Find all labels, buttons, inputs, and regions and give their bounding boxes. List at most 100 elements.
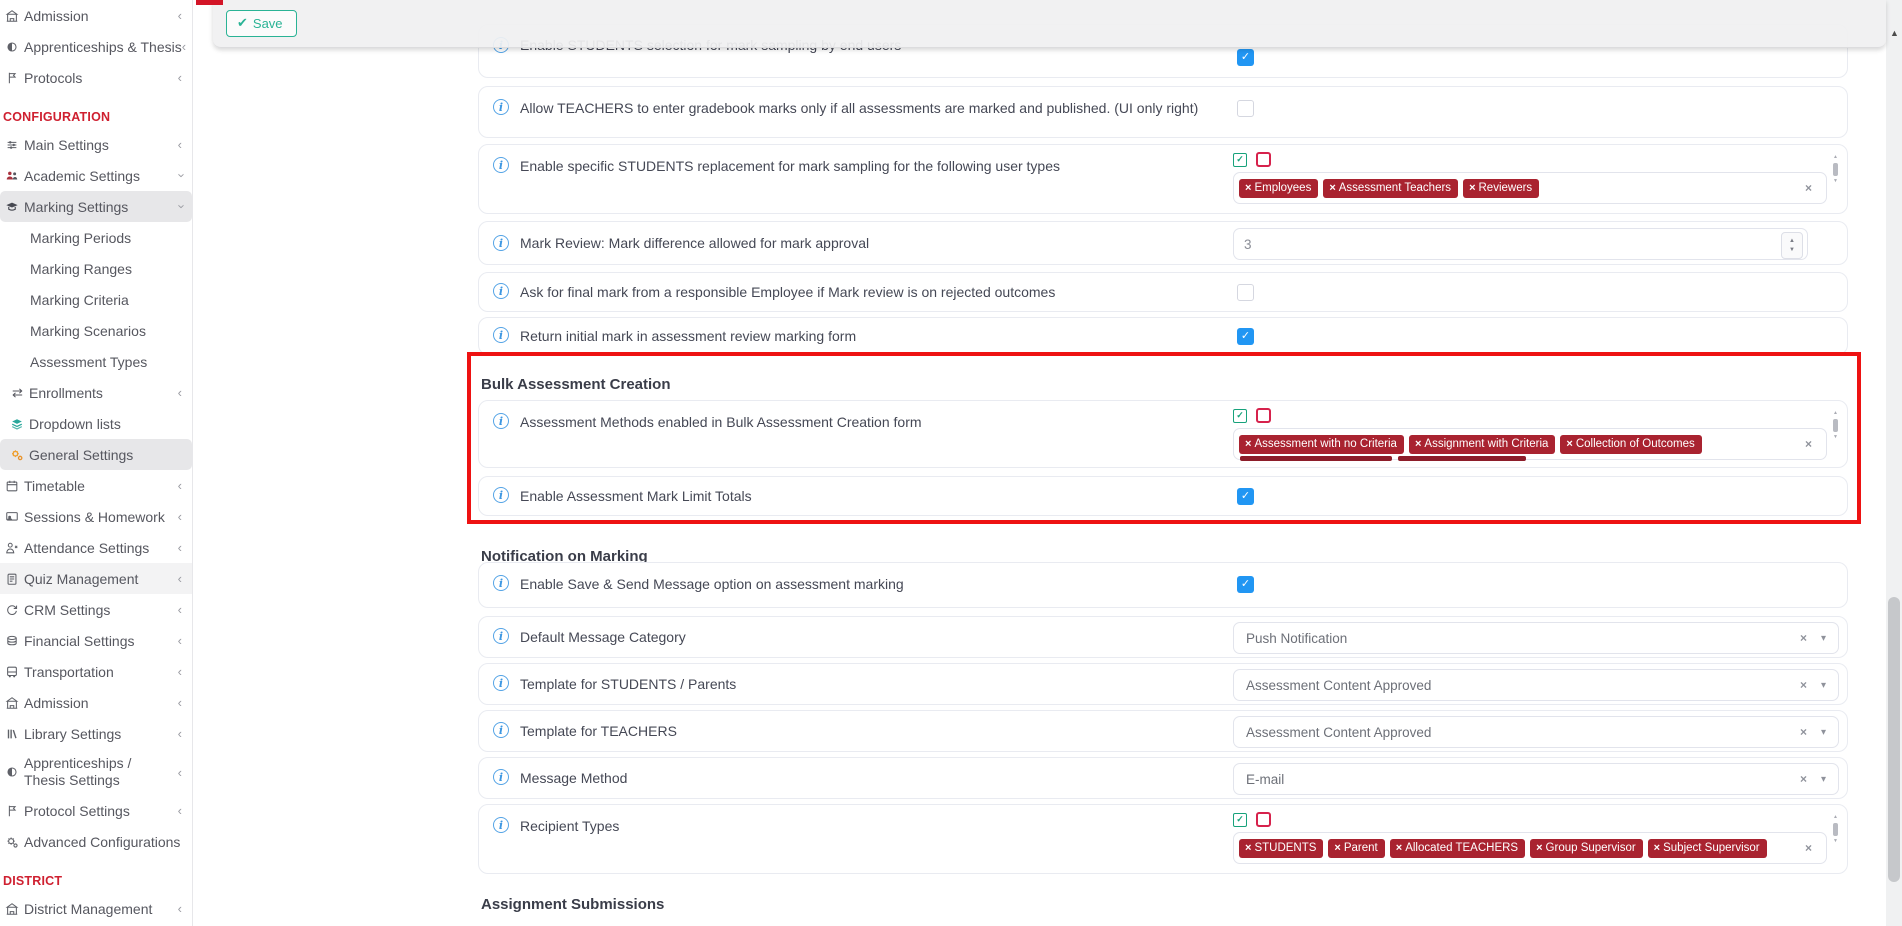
sidebar-item-dropdown-lists[interactable]: Dropdown lists	[0, 408, 192, 439]
info-icon[interactable]: i	[493, 413, 509, 429]
select-input[interactable]: Push Notification × ▾	[1233, 622, 1839, 654]
multiselect-input[interactable]: ×Employees ×Assessment Teachers ×Reviewe…	[1233, 172, 1827, 204]
select-all-icon[interactable]: ✓	[1233, 813, 1247, 827]
select-all-icon[interactable]: ✓	[1233, 153, 1247, 167]
sidebar-item-timetable[interactable]: Timetable ‹	[0, 470, 192, 501]
clear-all-icon[interactable]: ×	[1805, 841, 1812, 855]
tag[interactable]: ×Employees	[1239, 179, 1318, 198]
scroll-up-icon[interactable]: ▲	[1890, 28, 1899, 38]
clear-icon[interactable]: ×	[1800, 772, 1807, 786]
deselect-all-icon[interactable]	[1256, 812, 1271, 827]
info-icon[interactable]: i	[493, 157, 509, 173]
checkbox-checked[interactable]: ✓	[1237, 49, 1254, 66]
scroll-down-icon[interactable]: ▼	[1833, 838, 1838, 844]
sidebar-item-financial-settings[interactable]: Financial Settings ‹	[0, 625, 192, 656]
info-icon[interactable]: i	[493, 817, 509, 833]
checkbox-unchecked[interactable]	[1237, 284, 1254, 301]
sidebar-item-enrollments[interactable]: ⇄ Enrollments ‹	[0, 377, 192, 408]
sidebar-item-marking-scenarios[interactable]: Marking Scenarios	[0, 315, 192, 346]
tag-remove-icon[interactable]: ×	[1566, 438, 1572, 450]
tag[interactable]: ×STUDENTS	[1239, 839, 1323, 858]
sidebar-item-apprenticeships-thesis[interactable]: Apprenticeships & Thesis ‹	[0, 31, 192, 62]
sidebar-item-quiz-management[interactable]: Quiz Management ‹	[0, 563, 192, 594]
clear-all-icon[interactable]: ×	[1805, 181, 1812, 195]
tag[interactable]: ×Assignment with Criteria	[1409, 435, 1555, 454]
info-icon[interactable]: i	[493, 235, 509, 251]
sidebar-item-academic-settings[interactable]: Academic Settings ‹	[0, 160, 192, 191]
clear-icon[interactable]: ×	[1800, 725, 1807, 739]
tag-remove-icon[interactable]: ×	[1245, 182, 1251, 194]
info-icon[interactable]: i	[493, 675, 509, 691]
select-input[interactable]: E-mail × ▾	[1233, 763, 1839, 795]
spinner[interactable]: ▲ ▼	[1781, 232, 1803, 259]
spinner-up-icon[interactable]: ▲	[1789, 237, 1795, 246]
tag[interactable]: ×Parent	[1328, 839, 1384, 858]
checkbox-checked[interactable]: ✓	[1237, 328, 1254, 345]
page-scrollbar[interactable]: ▲	[1886, 0, 1902, 926]
tag-remove-icon[interactable]: ×	[1329, 182, 1335, 194]
number-input[interactable]: 3 ▲ ▼	[1233, 228, 1808, 260]
tag-remove-icon[interactable]: ×	[1654, 842, 1660, 854]
deselect-all-icon[interactable]	[1256, 408, 1271, 423]
sidebar-item-protocol-settings[interactable]: Protocol Settings ‹	[0, 795, 192, 826]
scroll-down-icon[interactable]: ▼	[1833, 178, 1838, 184]
mini-scrollbar[interactable]: ▲ ▼	[1830, 814, 1841, 844]
sidebar-item-assessment-types[interactable]: Assessment Types	[0, 346, 192, 377]
sidebar-item-admission[interactable]: Admission ‹	[0, 0, 192, 31]
sidebar-item-marking-ranges[interactable]: Marking Ranges	[0, 253, 192, 284]
tag-remove-icon[interactable]: ×	[1536, 842, 1542, 854]
info-icon[interactable]: i	[493, 628, 509, 644]
scroll-up-icon[interactable]: ▲	[1833, 154, 1838, 160]
sidebar-item-main-settings[interactable]: Main Settings ‹	[0, 129, 192, 160]
info-icon[interactable]: i	[493, 327, 509, 343]
select-all-icon[interactable]: ✓	[1233, 409, 1247, 423]
mini-scrollbar[interactable]: ▲ ▼	[1830, 410, 1841, 440]
info-icon[interactable]: i	[493, 487, 509, 503]
tag-remove-icon[interactable]: ×	[1469, 182, 1475, 194]
clear-icon[interactable]: ×	[1800, 631, 1807, 645]
multiselect-input[interactable]: ×Assessment with no Criteria ×Assignment…	[1233, 428, 1827, 460]
sidebar-item-crm-settings[interactable]: CRM Settings ‹	[0, 594, 192, 625]
sidebar-item-advanced-configurations[interactable]: Advanced Configurations	[0, 826, 192, 857]
checkbox-checked[interactable]: ✓	[1237, 488, 1254, 505]
tag[interactable]: ×Group Supervisor	[1530, 839, 1643, 858]
tag[interactable]: ×Allocated TEACHERS	[1390, 839, 1525, 858]
tag[interactable]: ×Reviewers	[1463, 179, 1539, 198]
mini-scrollbar[interactable]: ▲ ▼	[1830, 154, 1841, 184]
sidebar-item-attendance-settings[interactable]: Attendance Settings ‹	[0, 532, 192, 563]
sidebar-item-marking-criteria[interactable]: Marking Criteria	[0, 284, 192, 315]
info-icon[interactable]: i	[493, 575, 509, 591]
spinner-down-icon[interactable]: ▼	[1789, 246, 1795, 255]
clear-all-icon[interactable]: ×	[1805, 437, 1812, 451]
tag-remove-icon[interactable]: ×	[1245, 842, 1251, 854]
sidebar-item-marking-periods[interactable]: Marking Periods	[0, 222, 192, 253]
sidebar-item-transportation[interactable]: Transportation ‹	[0, 656, 192, 687]
sidebar-item-apprenticeships-thesis-settings[interactable]: Apprenticeships / Thesis Settings ‹	[0, 749, 192, 795]
mini-scrollbar-thumb[interactable]	[1833, 163, 1838, 176]
sidebar-item-district-management[interactable]: District Management ‹	[0, 893, 192, 924]
clear-icon[interactable]: ×	[1800, 678, 1807, 692]
tag[interactable]: ×Collection of Outcomes	[1560, 435, 1701, 454]
select-input[interactable]: Assessment Content Approved × ▾	[1233, 716, 1839, 748]
tag[interactable]: ×Assessment with no Criteria	[1239, 435, 1404, 454]
sidebar-item-sessions-homework[interactable]: Sessions & Homework ‹	[0, 501, 192, 532]
sidebar-item-marking-settings[interactable]: Marking Settings ‹	[0, 191, 192, 222]
sidebar-item-admission-2[interactable]: Admission ‹	[0, 687, 192, 718]
deselect-all-icon[interactable]	[1256, 152, 1271, 167]
scroll-up-icon[interactable]: ▲	[1833, 410, 1838, 416]
scroll-up-icon[interactable]: ▲	[1833, 814, 1838, 820]
checkbox-checked[interactable]: ✓	[1237, 576, 1254, 593]
tag-remove-icon[interactable]: ×	[1396, 842, 1402, 854]
checkbox-unchecked[interactable]	[1237, 100, 1254, 117]
select-input[interactable]: Assessment Content Approved × ▾	[1233, 669, 1839, 701]
tag-remove-icon[interactable]: ×	[1245, 438, 1251, 450]
page-scrollbar-thumb[interactable]	[1888, 597, 1900, 882]
save-button[interactable]: ✔ Save	[226, 10, 297, 37]
info-icon[interactable]: i	[493, 769, 509, 785]
tag-remove-icon[interactable]: ×	[1334, 842, 1340, 854]
tag[interactable]: ×Assessment Teachers	[1323, 179, 1458, 198]
sidebar-item-protocols[interactable]: Protocols ‹	[0, 62, 192, 93]
mini-scrollbar-thumb[interactable]	[1833, 419, 1838, 432]
info-icon[interactable]: i	[493, 283, 509, 299]
info-icon[interactable]: i	[493, 722, 509, 738]
